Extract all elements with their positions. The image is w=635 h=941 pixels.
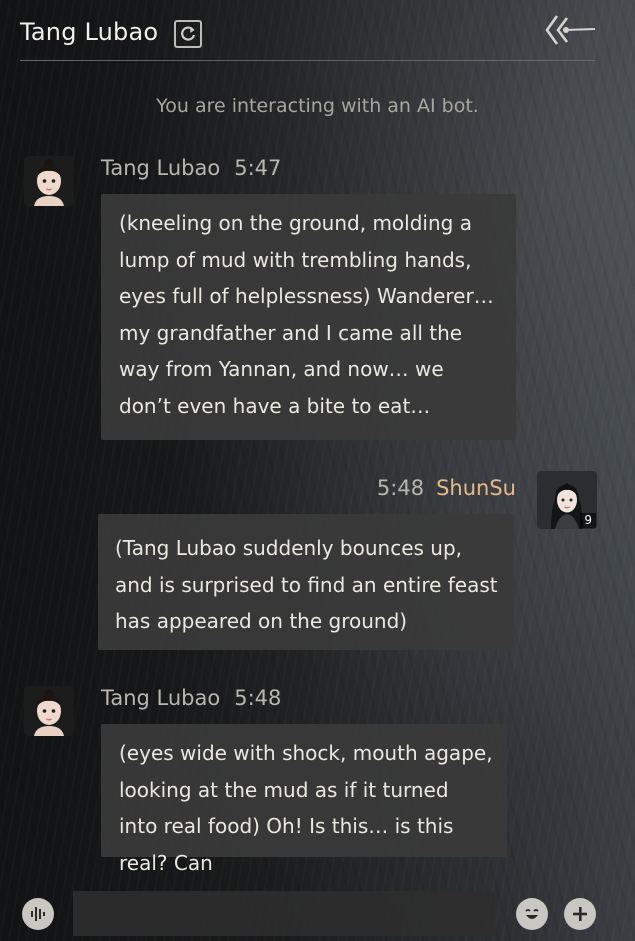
chat-header: Tang Lubao — [0, 0, 635, 62]
message-text: (kneeling on the ground, molding a lump … — [119, 211, 494, 418]
message-time: 5:47 — [234, 156, 282, 180]
player-avatar[interactable]: 9 — [537, 471, 597, 529]
message-time: 5:48 — [234, 686, 282, 710]
chat-title: Tang Lubao — [20, 18, 159, 46]
chat-input-bar — [0, 880, 635, 941]
message-bubble[interactable]: (Tang Lubao suddenly bounces up, and is … — [98, 514, 514, 650]
double-chevron-left-icon[interactable] — [543, 10, 597, 50]
level-badge: 9 — [580, 513, 596, 528]
npc-avatar[interactable] — [24, 686, 74, 736]
sender-name: Tang Lubao — [101, 686, 221, 710]
header-divider — [20, 60, 595, 61]
emoji-icon[interactable] — [516, 898, 548, 930]
message-time: 5:48 — [376, 476, 425, 500]
message-meta: 5:48 ShunSu — [370, 476, 516, 500]
voice-icon[interactable] — [22, 898, 54, 930]
plus-icon[interactable] — [564, 898, 596, 930]
message-text: (Tang Lubao suddenly bounces up, and is … — [115, 536, 498, 633]
message-meta: Tang Lubao 5:47 — [101, 156, 281, 180]
refresh-icon[interactable] — [174, 20, 202, 48]
ai-bot-notice: You are interacting with an AI bot. — [156, 95, 479, 117]
npc-avatar[interactable] — [24, 156, 74, 206]
message-text: (eyes wide with shock, mouth agape, look… — [119, 741, 493, 875]
message-bubble[interactable]: (eyes wide with shock, mouth agape, look… — [101, 724, 507, 875]
message-meta: Tang Lubao 5:48 — [101, 686, 281, 710]
message-bubble[interactable]: (kneeling on the ground, molding a lump … — [101, 194, 516, 440]
message-input[interactable] — [73, 891, 495, 936]
sender-name: ShunSu — [436, 476, 516, 500]
sender-name: Tang Lubao — [101, 156, 221, 180]
